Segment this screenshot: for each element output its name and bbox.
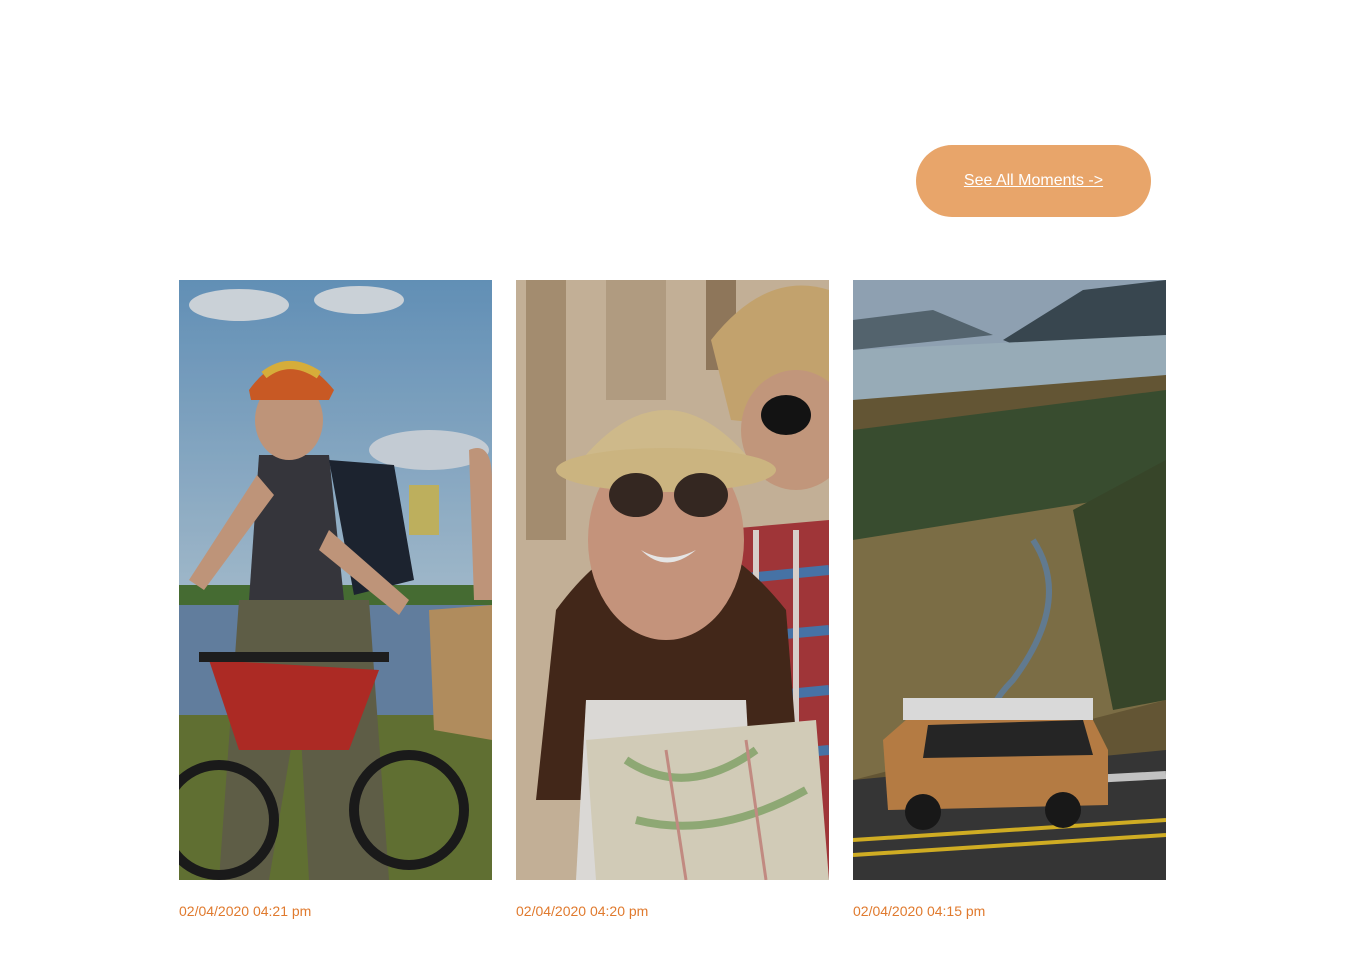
moment-photo-cyclists[interactable] bbox=[179, 280, 492, 880]
moment-photo-van-valley[interactable] bbox=[853, 280, 1166, 880]
moment-card: 02/04/2020 04:20 pm bbox=[516, 280, 829, 918]
moment-timestamp: 02/04/2020 04:15 pm bbox=[853, 903, 986, 919]
moment-timestamp: 02/04/2020 04:20 pm bbox=[516, 903, 649, 919]
moment-card: 02/04/2020 04:15 pm bbox=[853, 280, 1166, 918]
moments-section: See All Moments -> 02/04/2020 04:21 pm 0… bbox=[0, 0, 1345, 960]
moment-card: 02/04/2020 04:21 pm bbox=[179, 280, 492, 918]
moment-photo-couple-map[interactable] bbox=[516, 280, 829, 880]
see-all-moments-button[interactable]: See All Moments -> bbox=[916, 145, 1151, 217]
moment-timestamp: 02/04/2020 04:21 pm bbox=[179, 903, 312, 919]
